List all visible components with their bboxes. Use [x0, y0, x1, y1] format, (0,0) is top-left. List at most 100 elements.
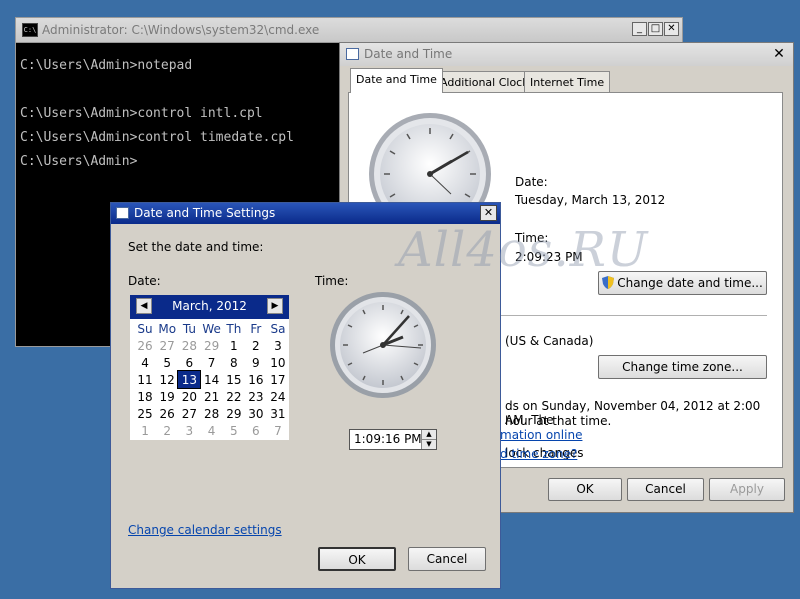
close-icon[interactable]: ✕: [480, 205, 497, 221]
calendar-clock-icon: [116, 207, 129, 219]
change-date-time-label: Change date and time...: [617, 276, 763, 290]
calendar-day-cell[interactable]: 15: [223, 371, 245, 388]
ok-button[interactable]: OK: [318, 547, 396, 571]
calendar-grid: Su Mo Tu We Th Fr Sa 26 27 28 29 1 2 3 4 5 6 7 8 9 10 11 12 13…: [134, 320, 289, 439]
calendar-day-cell[interactable]: 27: [156, 337, 178, 354]
console-line: C:\Users\Admin>notepad: [20, 58, 193, 73]
calendar-day-cell[interactable]: 7: [200, 354, 222, 371]
close-button[interactable]: ✕: [664, 22, 679, 36]
calendar-day-cell[interactable]: 30: [245, 405, 267, 422]
day-of-week-header: Tu: [182, 321, 196, 336]
calendar-week-row: 11 12 13 14 15 16 17: [134, 370, 289, 389]
cmd-console-output[interactable]: C:\Users\Admin>notepad C:\Users\Admin>co…: [20, 54, 294, 174]
calendar-week-row: 4 5 6 7 8 9 10: [134, 354, 289, 371]
calendar-week-row: 26 27 28 29 1 2 3: [134, 337, 289, 354]
time-zone-value: (US & Canada): [505, 334, 594, 348]
dialog-title: Date and Time: [364, 47, 453, 61]
calendar-day-cell[interactable]: 3: [267, 337, 289, 354]
calendar-day-cell[interactable]: 31: [267, 405, 289, 422]
calendar-day-cell[interactable]: 10: [267, 354, 289, 371]
calendar-day-cell[interactable]: 2: [245, 337, 267, 354]
time-label: Time:: [315, 274, 349, 288]
spin-down-button[interactable]: ▼: [421, 440, 436, 449]
calendar-day-cell[interactable]: 12: [156, 371, 178, 388]
time-spinner[interactable]: 1:09:16 PM ▲ ▼: [349, 429, 437, 450]
calendar-day-cell[interactable]: 14: [200, 371, 222, 388]
calendar-day-cell[interactable]: 19: [156, 388, 178, 405]
console-line: C:\Users\Admin>: [20, 154, 138, 169]
calendar-day-cell[interactable]: 2: [156, 422, 178, 439]
calendar-week-row: 18 19 20 21 22 23 24: [134, 388, 289, 405]
tab-date-and-time[interactable]: Date and Time: [350, 68, 443, 93]
calendar-day-cell[interactable]: 26: [134, 337, 156, 354]
cancel-button[interactable]: Cancel: [408, 547, 486, 571]
change-calendar-settings-link[interactable]: Change calendar settings: [128, 523, 282, 537]
day-of-week-header: Mo: [158, 321, 177, 336]
calendar-day-cell[interactable]: 7: [267, 422, 289, 439]
calendar-day-cell[interactable]: 18: [134, 388, 156, 405]
calendar-week-row: 25 26 27 28 29 30 31: [134, 405, 289, 422]
calendar-day-cell[interactable]: 27: [178, 405, 200, 422]
calendar-day-cell[interactable]: 6: [178, 354, 200, 371]
day-of-week-header: Su: [137, 321, 153, 336]
calendar-day-cell[interactable]: 5: [223, 422, 245, 439]
ok-button[interactable]: OK: [548, 478, 622, 501]
date-value: Tuesday, March 13, 2012: [515, 193, 666, 207]
analog-clock-icon: [330, 292, 436, 398]
calendar-week-row: 1234567: [134, 422, 289, 439]
calendar-day-cell[interactable]: 8: [223, 354, 245, 371]
cmd-window-title: Administrator: C:\Windows\system32\cmd.e…: [42, 23, 320, 37]
settings-title-bar[interactable]: Date and Time Settings ✕: [111, 203, 500, 224]
day-of-week-header: Sa: [270, 321, 286, 336]
next-month-button[interactable]: ▶: [267, 298, 283, 314]
calendar-day-cell[interactable]: 23: [245, 388, 267, 405]
calendar-day-cell[interactable]: 4: [200, 422, 222, 439]
calendar-day-cell[interactable]: 28: [200, 405, 222, 422]
day-of-week-header: Th: [226, 321, 242, 336]
day-of-week-header: Fr: [250, 321, 262, 336]
calendar-day-cell[interactable]: 26: [156, 405, 178, 422]
calendar-day-cell[interactable]: 5: [156, 354, 178, 371]
console-line: C:\Users\Admin>control timedate.cpl: [20, 130, 294, 145]
date-label: Date:: [515, 175, 548, 189]
how-do-i-set-clock-link[interactable]: d time zone?: [500, 447, 577, 461]
calendar-day-cell[interactable]: 16: [245, 371, 267, 388]
calendar-day-cell[interactable]: 25: [134, 405, 156, 422]
cmd-app-icon: C:\: [22, 23, 38, 37]
calendar-day-cell[interactable]: 3: [178, 422, 200, 439]
close-icon[interactable]: ✕: [770, 46, 788, 62]
calendar-day-cell[interactable]: 11: [134, 371, 156, 388]
calendar-day-cell[interactable]: 28: [178, 337, 200, 354]
calendar-day-cell[interactable]: 1: [223, 337, 245, 354]
cmd-title-bar[interactable]: C:\ Administrator: C:\Windows\system32\c…: [16, 18, 682, 43]
calendar-day-cell[interactable]: 9: [245, 354, 267, 371]
change-time-zone-button[interactable]: Change time zone...: [598, 355, 767, 379]
dialog-title-bar[interactable]: Date and Time ✕: [340, 43, 793, 66]
spin-up-button[interactable]: ▲: [421, 430, 436, 440]
calendar-day-cell[interactable]: 22: [223, 388, 245, 405]
minimize-button[interactable]: _: [632, 22, 647, 36]
calendar-header: ◀ March, 2012 ▶: [130, 295, 289, 319]
cancel-button[interactable]: Cancel: [627, 478, 704, 501]
get-more-time-zone-info-link[interactable]: mation online: [500, 428, 582, 442]
date-label: Date:: [128, 274, 161, 288]
maximize-button[interactable]: □: [648, 22, 663, 36]
tab-internet-time[interactable]: Internet Time: [524, 71, 611, 92]
calendar-day-cell[interactable]: 17: [267, 371, 289, 388]
calendar-day-cell[interactable]: 6: [245, 422, 267, 439]
calendar-day-cell[interactable]: 20: [178, 388, 200, 405]
calendar-day-cell[interactable]: 29: [223, 405, 245, 422]
calendar-day-cell[interactable]: 29: [200, 337, 222, 354]
selected-day-cell[interactable]: 13: [177, 370, 202, 389]
calendar-day-cell[interactable]: 4: [134, 354, 156, 371]
calendar-day-cell[interactable]: 24: [267, 388, 289, 405]
calendar-day-cell[interactable]: 21: [200, 388, 222, 405]
console-line: C:\Users\Admin>control intl.cpl: [20, 106, 263, 121]
time-input-value[interactable]: 1:09:16 PM: [354, 432, 422, 446]
calendar-day-cell[interactable]: 1: [134, 422, 156, 439]
calendar-month[interactable]: March, 2012: [130, 299, 289, 313]
instruction-text: Set the date and time:: [128, 240, 264, 254]
calendar[interactable]: ◀ March, 2012 ▶ Su Mo Tu We Th Fr Sa 26 27 28 29 1…: [130, 295, 289, 440]
day-of-week-header: We: [202, 321, 221, 336]
